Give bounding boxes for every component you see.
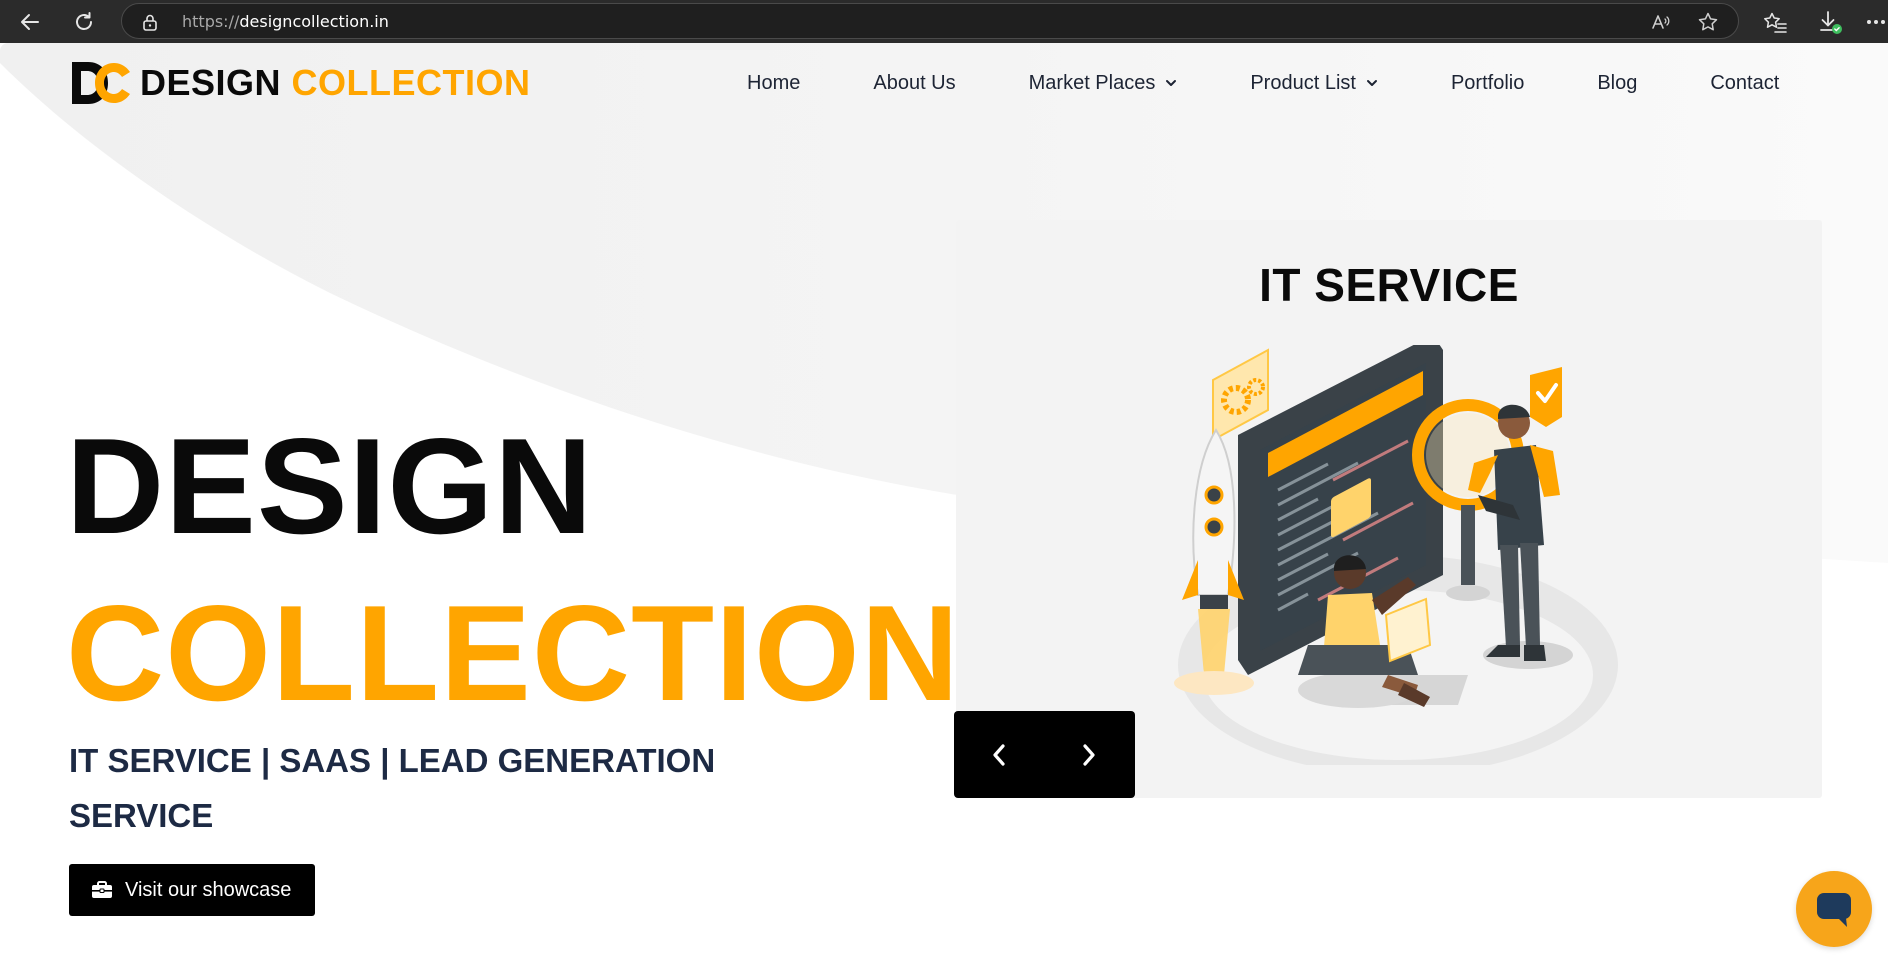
slide-title: IT SERVICE	[1259, 259, 1519, 311]
nav-about-us[interactable]: About Us	[873, 72, 955, 95]
refresh-icon	[76, 12, 92, 30]
more-button[interactable]	[1864, 6, 1888, 38]
more-dots-icon	[1867, 20, 1885, 24]
chevron-down-icon	[1366, 80, 1377, 86]
address-bar[interactable]: https://designcollection.in	[121, 3, 1739, 39]
chevron-right-icon	[1083, 743, 1095, 766]
webpage: DESIGN COLLECTION Home About Us Market P…	[0, 43, 1888, 961]
logo-word-design: DESIGN	[140, 62, 282, 103]
nav-home[interactable]: Home	[747, 72, 800, 95]
nav-portfolio[interactable]: Portfolio	[1451, 72, 1524, 95]
browser-toolbar: https://designcollection.in	[0, 0, 1888, 43]
nav-label: Market Places	[1028, 71, 1156, 94]
logo-word-collection: COLLECTION	[291, 62, 531, 103]
lock-icon[interactable]	[142, 13, 158, 36]
url-scheme: https://	[182, 12, 240, 31]
site-logo[interactable]: DESIGN COLLECTION	[68, 60, 531, 106]
read-aloud-button[interactable]	[1650, 11, 1672, 33]
chevron-left-icon	[993, 743, 1005, 766]
hero-title-line-2: COLLECTION	[66, 577, 960, 729]
hero-subtitle: IT SERVICE | SAAS | LEAD GENERATION SERV…	[69, 742, 716, 834]
read-aloud-icon	[1652, 15, 1670, 29]
nav-label: Contact	[1710, 71, 1780, 94]
slider-nav	[954, 711, 1135, 798]
nav-blog[interactable]: Blog	[1597, 72, 1637, 95]
slider-next-button[interactable]	[1044, 711, 1134, 798]
star-icon	[1698, 12, 1718, 31]
logo-wordmark: DESIGN COLLECTION	[140, 62, 531, 104]
cta-label: Visit our showcase	[125, 878, 292, 901]
nav-label: About Us	[873, 71, 956, 94]
chat-bubble-icon	[1817, 893, 1851, 927]
visit-showcase-button[interactable]: Visit our showcase	[69, 864, 315, 916]
nav-contact[interactable]: Contact	[1710, 72, 1779, 95]
briefcase-icon	[92, 881, 112, 898]
favorites-button[interactable]	[1759, 6, 1791, 38]
dc-logo-mark	[72, 62, 130, 104]
back-button[interactable]	[14, 6, 46, 38]
nav-product-list[interactable]: Product List	[1250, 72, 1378, 95]
downloads-button[interactable]	[1814, 6, 1846, 38]
slider-prev-button[interactable]	[954, 711, 1044, 798]
chevron-down-icon	[1166, 80, 1177, 86]
url-host: designcollection.in	[239, 12, 389, 31]
nav-label: Product List	[1250, 71, 1356, 94]
it-service-illustration	[1174, 345, 1618, 765]
favorite-button[interactable]	[1697, 11, 1719, 33]
refresh-button[interactable]	[68, 6, 100, 38]
nav-label: Portfolio	[1450, 71, 1525, 94]
download-icon	[1820, 11, 1842, 34]
nav-label: Home	[747, 71, 801, 94]
main-navigation: Home About Us Market Places Product List…	[747, 68, 1779, 98]
favorites-list-icon	[1764, 12, 1787, 33]
url-text[interactable]: https://designcollection.in	[182, 12, 389, 31]
chat-widget-button[interactable]	[1796, 871, 1872, 947]
nav-market-places[interactable]: Market Places	[1029, 72, 1178, 95]
nav-label: Blog	[1597, 71, 1638, 94]
arrow-left-icon	[21, 14, 39, 30]
hero-title-line-1: DESIGN	[66, 410, 594, 562]
